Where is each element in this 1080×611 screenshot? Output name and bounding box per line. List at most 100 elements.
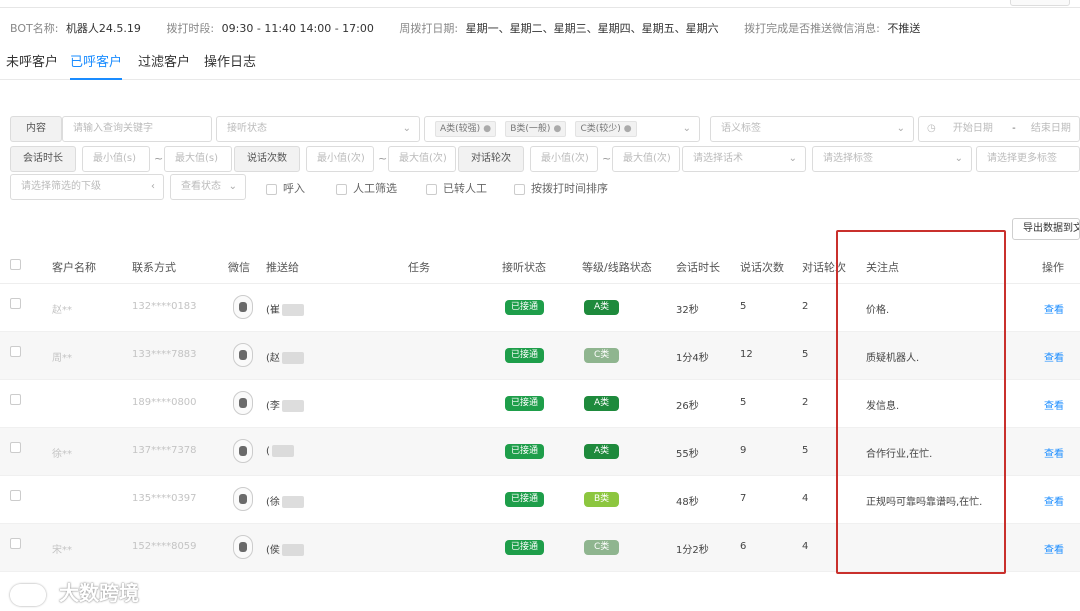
row-checkbox[interactable] <box>10 346 21 357</box>
corner-button[interactable] <box>1010 0 1070 6</box>
push-to: (赵 <box>266 349 304 364</box>
manual-filter-checkbox[interactable]: 人工筛选 <box>336 180 397 196</box>
date-range-picker[interactable]: ◷ 开始日期 - 结束日期 <box>918 116 1080 142</box>
grade-badge: C类 <box>584 540 620 555</box>
grade-badge: A类 <box>584 396 620 411</box>
top-bar <box>0 0 1080 8</box>
grade-tag-c[interactable]: C类(较少) ● <box>575 121 637 137</box>
transferred-checkbox[interactable]: 已转人工 <box>426 180 487 196</box>
push-to: (李 <box>266 397 304 412</box>
talk-count: 12 <box>740 349 753 360</box>
chevron-down-icon: ‹ <box>151 181 155 192</box>
subordinate-select[interactable]: 请选择筛选的下级 ‹ <box>10 174 164 200</box>
col-wechat: 微信 <box>228 261 250 274</box>
rounds-max-input[interactable]: 最大值(次) <box>612 146 680 172</box>
tab-operation-log[interactable]: 操作日志 <box>204 54 256 80</box>
keyword-input[interactable]: 请输入查询关键字 <box>62 116 212 142</box>
bot-name-label: BOT名称: <box>10 22 59 35</box>
wechat-avatar-icon <box>233 535 253 559</box>
talk-count: 9 <box>740 445 747 456</box>
redacted-text <box>281 400 304 412</box>
row-checkbox[interactable] <box>10 298 21 309</box>
talk-count-max-input[interactable]: 最大值(次) <box>388 146 456 172</box>
semantic-tag-placeholder: 语义标签 <box>721 123 761 134</box>
view-link[interactable]: 查看 <box>1044 493 1064 508</box>
view-link[interactable]: 查看 <box>1044 541 1064 556</box>
script-placeholder: 请选择话术 <box>693 153 743 164</box>
grade-tag-a[interactable]: A类(较强) ● <box>435 121 497 137</box>
tag-select[interactable]: 请选择标签 ⌄ <box>812 146 972 172</box>
grade-tag-b[interactable]: B类(一般) ● <box>505 121 567 137</box>
table-row[interactable]: 189****0800 (李 已接通 A类 26秒 5 2 发信息. 查看 <box>0 380 1080 428</box>
rounds-min-input[interactable]: 最小值(次) <box>530 146 598 172</box>
view-status-select[interactable]: 查看状态 ⌄ <box>170 174 246 200</box>
tab-bar: 未呼客户 已呼客户 过滤客户 操作日志 <box>0 50 1080 80</box>
table-row[interactable]: 周** 133****7883 (赵 已接通 C类 1分4秒 12 5 质疑机器… <box>0 332 1080 380</box>
grade-select[interactable]: A类(较强) ● B类(一般) ● C类(较少) ● ⌄ <box>424 116 700 142</box>
tab-filtered[interactable]: 过滤客户 <box>138 54 190 80</box>
table-row[interactable]: 135****0397 (徐 已接通 B类 48秒 7 4 正规吗可靠吗靠谱吗,… <box>0 476 1080 524</box>
col-rounds: 对话轮次 <box>802 261 846 274</box>
wechat-avatar-icon <box>233 295 253 319</box>
answer-status-select[interactable]: 接听状态 ⌄ <box>216 116 420 142</box>
row-checkbox[interactable] <box>10 538 21 549</box>
duration: 32秒 <box>676 305 699 316</box>
rounds: 4 <box>802 541 809 552</box>
focus-point: 正规吗可靠吗靠谱吗,在忙. <box>866 497 983 508</box>
rounds: 5 <box>802 445 809 456</box>
grade-badge: B类 <box>584 492 620 507</box>
row-checkbox[interactable] <box>10 442 21 453</box>
call-time: 09:30 - 11:40 14:00 - 17:00 <box>221 21 374 35</box>
tab-called[interactable]: 已呼客户 <box>70 54 123 80</box>
close-icon: ● <box>623 124 632 134</box>
grade-badge: A类 <box>584 300 620 315</box>
view-link[interactable]: 查看 <box>1044 301 1064 316</box>
watermark-logo-icon <box>10 583 46 606</box>
table-row[interactable]: 赵** 132****0183 (崔 已接通 A类 32秒 5 2 价格. 查看 <box>0 284 1080 332</box>
script-select[interactable]: 请选择话术 ⌄ <box>682 146 806 172</box>
customer-name: 宋** <box>52 545 72 556</box>
end-date: 结束日期 <box>1030 123 1071 134</box>
incoming-checkbox[interactable]: 呼入 <box>266 180 305 196</box>
talk-count-min-input[interactable]: 最小值(次) <box>306 146 374 172</box>
tab-uncalled[interactable]: 未呼客户 <box>6 54 58 80</box>
clock-icon: ◷ <box>927 123 936 134</box>
duration: 1分2秒 <box>676 545 709 556</box>
col-actions: 操作 <box>1042 261 1064 274</box>
focus-point: 价格. <box>866 305 890 316</box>
export-button[interactable]: 导出数据到文件 <box>1012 218 1080 240</box>
duration: 48秒 <box>676 497 699 508</box>
table-row[interactable]: 宋** 152****8059 (侯 已接通 C类 1分2秒 6 4 查看 <box>0 524 1080 572</box>
range-sep: ~ <box>378 152 388 165</box>
push-to: (侯 <box>266 541 304 556</box>
row-checkbox[interactable] <box>10 394 21 405</box>
checkbox-icon <box>266 183 277 195</box>
tag-placeholder: 请选择标签 <box>823 153 873 164</box>
focus-point: 合作行业,在忙. <box>866 449 933 460</box>
talk-count: 5 <box>740 397 747 408</box>
duration: 55秒 <box>676 449 699 460</box>
duration-min-input[interactable]: 最小值(s) <box>82 146 150 172</box>
select-all-checkbox[interactable] <box>10 259 21 270</box>
customer-phone: 135****0397 <box>132 493 197 504</box>
chevron-down-icon: ⌄ <box>228 181 237 192</box>
table-row[interactable]: 徐** 137****7378 ( 已接通 A类 55秒 9 5 合作行业,在忙… <box>0 428 1080 476</box>
more-tags-select[interactable]: 请选择更多标签 <box>976 146 1080 172</box>
semantic-tag-select[interactable]: 语义标签 ⌄ <box>710 116 914 142</box>
chevron-down-icon: ⌄ <box>954 153 963 164</box>
view-link[interactable]: 查看 <box>1044 397 1064 412</box>
customer-phone: 133****7883 <box>132 349 197 360</box>
range-sep: ~ <box>602 152 612 165</box>
sort-by-time-checkbox[interactable]: 按拨打时间排序 <box>514 180 608 196</box>
row-checkbox[interactable] <box>10 490 21 501</box>
weekday-label: 周拨打日期: <box>399 22 459 35</box>
duration-label: 会话时长 <box>10 146 76 172</box>
checkbox-icon <box>426 183 437 195</box>
redacted-text <box>281 352 304 364</box>
view-link[interactable]: 查看 <box>1044 445 1064 460</box>
view-link[interactable]: 查看 <box>1044 349 1064 364</box>
duration: 26秒 <box>676 401 699 412</box>
col-answer-status: 接听状态 <box>502 261 546 274</box>
customer-name: 赵** <box>52 305 72 316</box>
duration-max-input[interactable]: 最大值(s) <box>164 146 232 172</box>
